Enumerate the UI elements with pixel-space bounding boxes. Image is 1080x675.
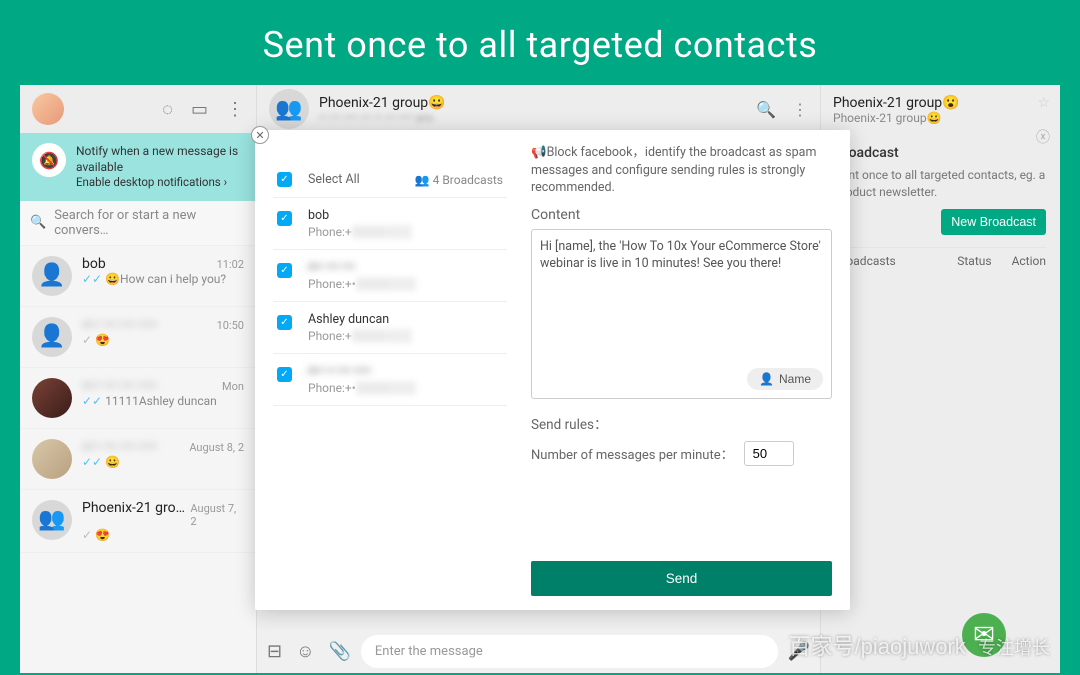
details-subtitle: Phoenix-21 group😀	[833, 111, 1048, 125]
broadcast-count: 👥 4 Broadcasts	[415, 173, 503, 187]
warning-text: 📢Block facebook，identify the broadcast a…	[531, 144, 832, 197]
chat-list: 👤 bob 11:02 ✓✓ 😀How can i help you? 👤 +•…	[20, 246, 256, 553]
contact-phone: Phone:+••••••••	[308, 225, 412, 239]
chat-item[interactable]: 👤 +•• ••• ••• •••• 10:50 ✓ 😍	[20, 307, 256, 368]
chat-item[interactable]: +•• ••• ••• •••• August 8, 2 ✓✓ 😀	[20, 429, 256, 490]
col-status: Status	[957, 254, 991, 268]
details-panel: Phoenix-21 group😮 Phoenix-21 group😀 ☆ ⓧ …	[820, 85, 1060, 673]
user-avatar[interactable]	[32, 93, 64, 125]
contact-phone: Phone:+•••••••••	[308, 381, 416, 395]
chat-time: August 8, 2	[189, 441, 244, 454]
chat-item[interactable]: 👤 bob 11:02 ✓✓ 😀How can i help you?	[20, 246, 256, 307]
contact-row[interactable]: ✓ Ashley duncan Phone:+••••••••	[273, 302, 507, 354]
broadcast-desc: Sent once to all targeted contacts, eg. …	[835, 167, 1046, 201]
search-placeholder: Search for or start a new convers…	[54, 208, 246, 238]
contacts-pane: ✓ Select All 👥 4 Broadcasts ✓ bob Phone:…	[255, 130, 525, 610]
chat-avatar	[32, 439, 72, 479]
compose-pane: 📢Block facebook，identify the broadcast a…	[525, 130, 850, 610]
chat-item[interactable]: +•• ••• ••• •••• Mon ✓✓ 11111Ashley dunc…	[20, 368, 256, 429]
chat-participants: •• ••• •••• ••• •• ••• •••• you	[319, 111, 446, 124]
select-all-row[interactable]: ✓ Select All 👥 4 Broadcasts	[273, 162, 507, 198]
contact-row[interactable]: ✓ bob Phone:+••••••••	[273, 198, 507, 250]
bell-off-icon: 🔕	[32, 143, 66, 177]
chat-preview: ✓✓ 😀	[82, 455, 244, 469]
search-bar[interactable]: 🔍 Search for or start a new convers…	[20, 201, 256, 246]
select-all-checkbox[interactable]: ✓	[277, 172, 292, 187]
emoji-icon[interactable]: ☺	[296, 641, 314, 662]
contact-name: +•• •• ••• ••••	[308, 364, 416, 379]
content-text: Hi [name], the 'How To 10x Your eCommerc…	[540, 239, 821, 272]
chat-preview: ✓✓ 11111Ashley duncan	[82, 394, 244, 408]
send-rules-label: Send rules：	[531, 413, 832, 433]
new-chat-icon[interactable]: ▭	[191, 99, 208, 120]
message-input-bar: ⊟ ☺ 📎 Enter the message 🎤	[257, 629, 820, 673]
contact-row[interactable]: ✓ +•• •• ••• •••• Phone:+•••••••••	[273, 354, 507, 406]
chat-time: 11:02	[217, 258, 244, 271]
contact-phone: Phone:+••••••••	[308, 329, 412, 343]
person-icon: 👤	[759, 372, 774, 386]
contact-phone: Phone:+•••••••••	[308, 277, 416, 291]
star-icon[interactable]: ☆	[1037, 95, 1050, 111]
insert-name-button[interactable]: 👤 Name	[747, 368, 823, 390]
notify-title: Notify when a new message is available	[76, 143, 244, 175]
contact-name: bob	[308, 208, 412, 223]
chat-time: 10:50	[217, 319, 244, 332]
contact-name: +•• ••• •••	[308, 260, 416, 275]
content-editor[interactable]: Hi [name], the 'How To 10x Your eCommerc…	[531, 229, 832, 399]
per-minute-label: Number of messages per minute：	[531, 444, 734, 463]
contact-checkbox[interactable]: ✓	[277, 367, 292, 382]
status-icon[interactable]: ◌	[162, 99, 173, 120]
per-minute-input[interactable]	[744, 441, 794, 466]
details-title: Phoenix-21 group😮	[833, 95, 1048, 111]
chat-name: bob	[82, 256, 106, 272]
chat-title[interactable]: Phoenix-21 group😀	[319, 95, 446, 111]
close-panel-icon[interactable]: ⓧ	[1036, 127, 1050, 147]
contact-checkbox[interactable]: ✓	[277, 211, 292, 226]
broadcast-table-header: Broadcasts Status Action	[835, 247, 1046, 274]
contact-row[interactable]: ✓ +•• ••• ••• Phone:+•••••••••	[273, 250, 507, 302]
col-action: Action	[1012, 254, 1046, 268]
sidebar-header: ◌ ▭ ⋮	[20, 85, 256, 133]
close-modal-icon[interactable]: ✕	[251, 126, 269, 144]
chat-menu-icon[interactable]: ⋮	[792, 100, 808, 119]
chat-item[interactable]: 👥 Phoenix-21 grou… August 7, 2 ✓ 😍	[20, 490, 256, 553]
send-button[interactable]: Send	[531, 561, 832, 596]
chat-time: August 7, 2	[190, 502, 244, 528]
contact-checkbox[interactable]: ✓	[277, 315, 292, 330]
search-chat-icon[interactable]: 🔍	[756, 100, 776, 119]
chat-time: Mon	[222, 380, 244, 393]
watermark-text: 百家号/piaojuwork 专注增长	[788, 629, 1050, 661]
content-label: Content	[531, 207, 832, 223]
chat-avatar: 👥	[32, 500, 72, 540]
chat-preview: ✓ 😍	[82, 333, 244, 347]
chat-avatar	[32, 378, 72, 418]
broadcast-modal: ✕ ✓ Select All 👥 4 Broadcasts ✓ bob Phon…	[255, 130, 850, 610]
sticker-icon[interactable]: ⊟	[267, 641, 282, 662]
menu-icon[interactable]: ⋮	[226, 99, 244, 120]
chat-avatar: 👤	[32, 256, 72, 296]
page-banner: Sent once to all targeted contacts	[0, 0, 1080, 84]
chat-preview: ✓✓ 😀How can i help you?	[82, 272, 244, 286]
chat-header: 👥 Phoenix-21 group😀 •• ••• •••• ••• •• •…	[257, 85, 820, 133]
search-icon: 🔍	[30, 215, 46, 230]
contact-name: Ashley duncan	[308, 312, 412, 327]
chat-preview: ✓ 😍	[82, 528, 244, 542]
chat-sidebar: ◌ ▭ ⋮ 🔕 Notify when a new message is ava…	[20, 85, 257, 673]
chat-name: +•• ••• ••• ••••	[82, 378, 157, 394]
notification-banner[interactable]: 🔕 Notify when a new message is available…	[20, 133, 256, 201]
broadcast-heading: Broadcast	[835, 145, 1046, 161]
group-avatar[interactable]: 👥	[269, 89, 309, 129]
contact-checkbox[interactable]: ✓	[277, 263, 292, 278]
attach-icon[interactable]: 📎	[328, 641, 350, 662]
message-input[interactable]: Enter the message	[361, 635, 778, 668]
chat-name: +•• ••• ••• ••••	[82, 317, 157, 333]
chat-avatar: 👤	[32, 317, 72, 357]
chat-name: +•• ••• ••• ••••	[82, 439, 157, 455]
new-broadcast-button[interactable]: New Broadcast	[941, 209, 1046, 235]
col-broadcasts: Broadcasts	[835, 254, 937, 268]
select-all-label: Select All	[308, 172, 360, 187]
enable-notifications-link[interactable]: Enable desktop notifications ›	[76, 175, 244, 191]
chat-name: Phoenix-21 grou…	[82, 500, 190, 516]
